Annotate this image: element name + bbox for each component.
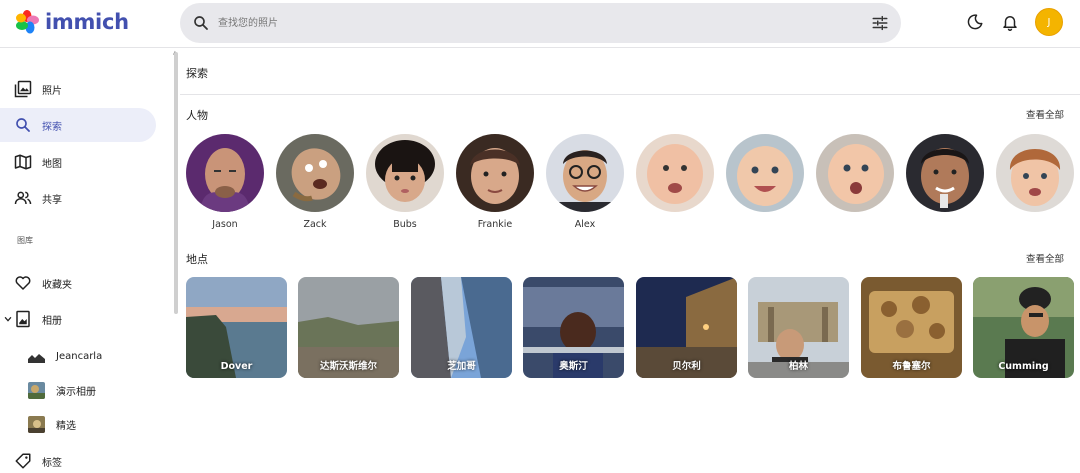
sidebar-item-label: 照片	[42, 85, 62, 97]
person-card[interactable]: Zack	[275, 134, 355, 230]
person-card[interactable]: Alex	[545, 134, 625, 230]
person-thumbnail	[996, 134, 1074, 212]
person-name: Zack	[303, 219, 327, 230]
person-thumbnail	[366, 134, 444, 212]
page-title: 探索	[186, 67, 208, 80]
place-card[interactable]: Dover	[186, 277, 287, 378]
place-card[interactable]: Cumming	[973, 277, 1074, 378]
photos-icon	[14, 80, 32, 98]
place-name: 柏林	[788, 361, 808, 372]
sidebar-item-label: 共享	[42, 194, 62, 206]
notifications-bell-icon[interactable]	[1001, 13, 1019, 31]
person-thumbnail	[546, 134, 624, 212]
person-card[interactable]	[905, 134, 985, 219]
sidebar-item-label: 探索	[42, 121, 62, 133]
chevron-down-icon[interactable]	[3, 314, 13, 324]
tag-icon	[15, 453, 31, 469]
explore-page: 探索 人物 查看全部 Jason Zack Bubs Frankie Alex	[180, 49, 1080, 473]
album-label: 演示相册	[56, 386, 96, 398]
person-thumbnail	[816, 134, 894, 212]
person-name: Frankie	[477, 219, 513, 230]
places-view-all-link[interactable]: 查看全部	[1026, 251, 1064, 265]
sidebar-item-map[interactable]: 地图	[0, 145, 156, 179]
album-item[interactable]: 演示相册	[0, 377, 156, 403]
sidebar: 照片 探索 地图 共享 图库 收藏夹 相册 Jeancarla 演示相册 精选 …	[0, 49, 180, 473]
place-name: 芝加哥	[447, 361, 476, 372]
sidebar-item-sharing[interactable]: 共享	[0, 181, 156, 215]
user-avatar[interactable]: J	[1035, 8, 1063, 36]
album-thumbnail	[28, 347, 45, 365]
place-name: 达斯沃斯维尔	[319, 361, 377, 372]
person-card[interactable]: Frankie	[455, 134, 535, 230]
place-card[interactable]: 达斯沃斯维尔	[298, 277, 399, 378]
library-section-label: 图库	[17, 236, 33, 245]
people-section-title: 人物	[186, 109, 208, 122]
sidebar-item-albums[interactable]: 相册	[0, 302, 156, 336]
place-card[interactable]: 布鲁塞尔	[861, 277, 962, 378]
place-name: 贝尔利	[672, 361, 701, 372]
places-section-title: 地点	[186, 253, 208, 266]
person-card[interactable]	[995, 134, 1075, 219]
sidebar-scrollbar[interactable]	[174, 52, 178, 314]
heart-icon	[15, 276, 31, 290]
album-thumbnail	[28, 415, 45, 433]
person-card[interactable]: Bubs	[365, 134, 445, 230]
place-card[interactable]: 芝加哥	[411, 277, 512, 378]
place-card[interactable]: 奥斯汀	[523, 277, 624, 378]
app-logo[interactable]: immich	[14, 8, 129, 36]
sidebar-item-tags[interactable]: 标签	[0, 444, 156, 473]
person-card[interactable]	[815, 134, 895, 219]
album-item[interactable]: Jeancarla	[0, 343, 156, 369]
person-thumbnail	[726, 134, 804, 212]
person-thumbnail	[906, 134, 984, 212]
search-options-icon[interactable]	[871, 14, 889, 32]
album-label: Jeancarla	[56, 350, 103, 362]
album-thumbnail	[28, 381, 45, 399]
people-view-all-link[interactable]: 查看全部	[1026, 107, 1064, 121]
sidebar-item-photos[interactable]: 照片	[0, 72, 156, 106]
person-thumbnail	[456, 134, 534, 212]
search-icon[interactable]	[192, 14, 210, 32]
place-name: 布鲁塞尔	[892, 361, 931, 372]
place-name: 奥斯汀	[559, 361, 588, 372]
app-name: immich	[45, 10, 129, 34]
person-thumbnail	[276, 134, 354, 212]
person-name: Jason	[212, 219, 238, 230]
place-card[interactable]: 贝尔利	[636, 277, 737, 378]
sidebar-item-label: 相册	[42, 315, 62, 327]
album-item[interactable]: 精选	[0, 411, 156, 437]
map-icon	[14, 154, 32, 170]
search-icon	[16, 118, 30, 132]
place-card[interactable]: 柏林	[748, 277, 849, 378]
place-name: Dover	[220, 361, 253, 372]
sidebar-item-favorites[interactable]: 收藏夹	[0, 266, 156, 300]
immich-logo-icon	[16, 10, 39, 34]
album-icon	[16, 310, 30, 328]
sidebar-item-label: 标签	[42, 457, 62, 469]
sharing-icon	[14, 191, 32, 205]
place-name: Cumming	[998, 361, 1049, 372]
sidebar-item-explore[interactable]: 探索	[0, 108, 156, 142]
divider	[180, 94, 1080, 95]
search-input[interactable]	[218, 11, 838, 35]
person-thumbnail	[636, 134, 714, 212]
top-bar: immich J	[0, 0, 1080, 48]
sidebar-item-label: 收藏夹	[42, 279, 72, 291]
person-thumbnail	[186, 134, 264, 212]
person-card[interactable]: Jason	[185, 134, 265, 230]
sidebar-item-label: 地图	[42, 158, 62, 170]
person-card[interactable]	[635, 134, 715, 219]
person-card[interactable]	[725, 134, 805, 219]
album-label: 精选	[56, 420, 76, 432]
search-bar[interactable]	[180, 3, 901, 43]
person-name: Bubs	[393, 219, 417, 230]
person-name: Alex	[574, 219, 596, 230]
theme-toggle-icon[interactable]	[966, 13, 984, 31]
